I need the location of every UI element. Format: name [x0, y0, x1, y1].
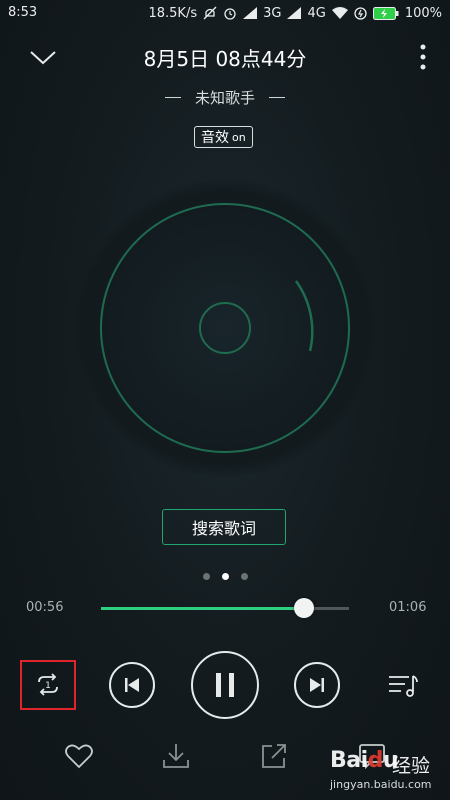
network-4g: 4G: [307, 5, 326, 21]
status-bar: 8:53 18.5K/s 3G 4G 100%: [0, 0, 450, 26]
signal-icon: [243, 7, 258, 19]
heart-icon: [65, 744, 93, 769]
progress-thumb[interactable]: [293, 598, 314, 618]
baidu-logo: Baidu: [330, 748, 399, 773]
disc-shadow: [75, 178, 375, 478]
download-icon: [163, 744, 189, 768]
previous-icon: [125, 678, 139, 692]
svg-text:1: 1: [45, 681, 51, 691]
share-icon: [262, 744, 286, 768]
previous-button[interactable]: [109, 662, 155, 708]
song-title: 8月5日 08点44分: [143, 47, 307, 71]
artist-name[interactable]: 未知歌手: [195, 87, 255, 108]
battery-percent: 100%: [404, 5, 442, 21]
network-3g: 3G: [263, 5, 282, 21]
playlist-icon: [389, 675, 418, 697]
data-saver-icon: [354, 6, 367, 20]
page-dot[interactable]: [240, 573, 248, 580]
status-icons: 18.5K/s 3G 4G 100%: [148, 4, 442, 22]
watermark-url: jingyan.baidu.com: [330, 778, 432, 791]
mute-icon: [203, 6, 217, 20]
more-button[interactable]: [412, 42, 434, 72]
album-disc: [75, 178, 375, 478]
collapse-button[interactable]: [26, 44, 60, 72]
alarm-icon: [224, 8, 236, 20]
share-button[interactable]: [258, 741, 290, 771]
wifi-icon: [331, 7, 348, 19]
battery-icon: [372, 6, 399, 20]
signal-icon-2: [287, 7, 302, 19]
page-dot[interactable]: [202, 573, 210, 580]
favorite-button[interactable]: [63, 741, 95, 771]
pause-button[interactable]: [191, 651, 259, 719]
baidu-jingyan-watermark: Baidu 经验 jingyan.baidu.com: [330, 748, 448, 798]
download-button[interactable]: [160, 741, 192, 771]
more-vertical-icon: [420, 44, 426, 70]
page-dot-active[interactable]: [221, 573, 229, 580]
next-button[interactable]: [294, 662, 340, 708]
repeat-mode-button[interactable]: 1: [20, 660, 76, 710]
repeat-one-icon: 1: [38, 673, 58, 696]
status-time: 8:53: [8, 5, 38, 20]
jingyan-label: 经验: [392, 755, 431, 777]
progress-fill: [101, 607, 304, 610]
search-lyrics-button[interactable]: 搜索歌词: [162, 509, 286, 545]
net-speed: 18.5K/s: [148, 5, 198, 21]
chevron-down-icon: [30, 51, 56, 65]
effect-label: 音效: [201, 130, 229, 146]
pause-icon: [216, 673, 234, 697]
effect-state: on: [232, 130, 246, 144]
playlist-button[interactable]: [386, 670, 420, 700]
current-time: 00:56: [26, 600, 64, 615]
sound-effect-toggle[interactable]: 音效 on: [194, 126, 253, 148]
total-time: 01:06: [389, 600, 427, 615]
next-icon: [310, 678, 324, 692]
artist-dash-left: [164, 97, 181, 98]
artist-row: 未知歌手: [100, 87, 350, 108]
progress-bar[interactable]: [101, 598, 349, 618]
artist-dash-right: [269, 97, 285, 98]
page-indicator: [200, 573, 250, 580]
